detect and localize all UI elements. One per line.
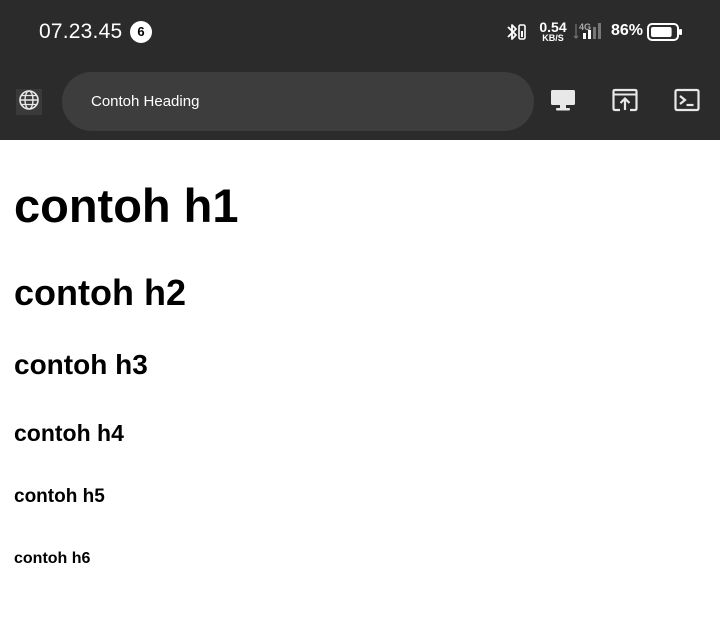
notification-count-badge: 6 — [130, 21, 152, 43]
network-speed-value: 0.54 — [539, 19, 567, 35]
console-button[interactable] — [673, 88, 701, 116]
network-speed: 0.54 KB/S — [536, 20, 570, 43]
battery-icon — [647, 22, 683, 47]
heading-h4: contoh h4 — [14, 420, 124, 446]
desktop-view-button[interactable] — [549, 88, 577, 116]
url-bar[interactable]: Contoh Heading — [62, 72, 534, 131]
battery-percent: 86% — [611, 22, 644, 39]
heading-h1: contoh h1 — [14, 179, 239, 232]
globe-icon — [18, 89, 40, 116]
heading-h3: contoh h3 — [14, 349, 148, 380]
desktop-icon — [550, 88, 576, 117]
console-icon — [674, 88, 700, 117]
status-time: 07.23.45 — [39, 20, 123, 43]
open-in-browser-button[interactable] — [611, 88, 639, 116]
open-in-new-icon — [612, 88, 638, 117]
url-bar-title: Contoh Heading — [91, 93, 200, 110]
signal-icon: 4G — [573, 20, 607, 47]
heading-h2: contoh h2 — [14, 272, 186, 313]
bluetooth-icon — [505, 22, 527, 47]
heading-h6: contoh h6 — [14, 550, 91, 567]
network-speed-unit: KB/S — [542, 33, 564, 43]
heading-h5: contoh h5 — [14, 486, 105, 507]
browser-toolbar: Contoh Heading — [0, 64, 720, 140]
status-bar: 07.23.45 6 0.54 KB/S 4G 86% — [0, 0, 720, 64]
site-info-button[interactable] — [16, 89, 42, 115]
